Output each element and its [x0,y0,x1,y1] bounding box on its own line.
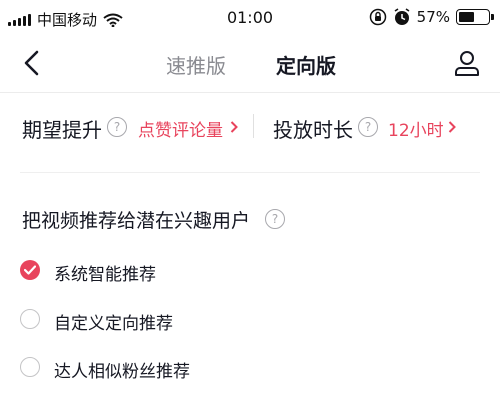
battery-cap [491,14,494,20]
status-bar: 中国移动 01:00 57% [0,0,500,36]
option-similar-fans[interactable]: 达人相似粉丝推荐 [20,355,320,383]
chevron-right-icon[interactable] [230,121,238,133]
nav-bar: 速推版 定向版 [0,36,500,92]
chevron-right-icon[interactable] [448,121,456,133]
option-custom-targeting[interactable]: 自定义定向推荐 [20,307,320,335]
expected-boost-label: 期望提升 [22,118,102,142]
radio-unchecked-icon[interactable] [20,357,40,377]
status-right: 57% [369,8,494,26]
user-icon[interactable] [452,48,482,78]
header-divider [0,92,500,93]
option-system-smart[interactable]: 系统智能推荐 [20,258,320,286]
check-icon [24,265,36,275]
rotation-lock-icon [369,8,386,26]
radio-checked-icon[interactable] [20,260,40,280]
expected-boost-value[interactable]: 点赞评论量 [138,116,223,141]
radio-unchecked-icon[interactable] [20,309,40,329]
section-divider [20,172,480,173]
option-label: 系统智能推荐 [54,265,156,285]
settings-row: 期望提升 ? 点赞评论量 投放时长 ? 12小时 [0,110,500,142]
expected-boost-help-icon[interactable]: ? [107,117,127,137]
battery-icon [456,9,494,25]
tab-speed-version[interactable]: 速推版 [166,50,226,79]
battery-level [459,12,474,22]
duration-label: 投放时长 [273,118,353,142]
option-label: 自定义定向推荐 [54,314,173,334]
vertical-divider [253,114,254,138]
tab-targeted-version[interactable]: 定向版 [276,50,336,79]
alarm-icon [394,8,410,25]
duration-help-icon[interactable]: ? [358,117,378,137]
battery-percent: 57% [416,8,450,26]
recommend-title: 把视频推荐给潜在兴趣用户 [22,210,251,232]
option-label: 达人相似粉丝推荐 [54,362,190,382]
chevron-left-icon[interactable] [18,48,48,78]
duration-value[interactable]: 12小时 [388,116,444,141]
recommend-help-icon[interactable]: ? [265,209,285,229]
